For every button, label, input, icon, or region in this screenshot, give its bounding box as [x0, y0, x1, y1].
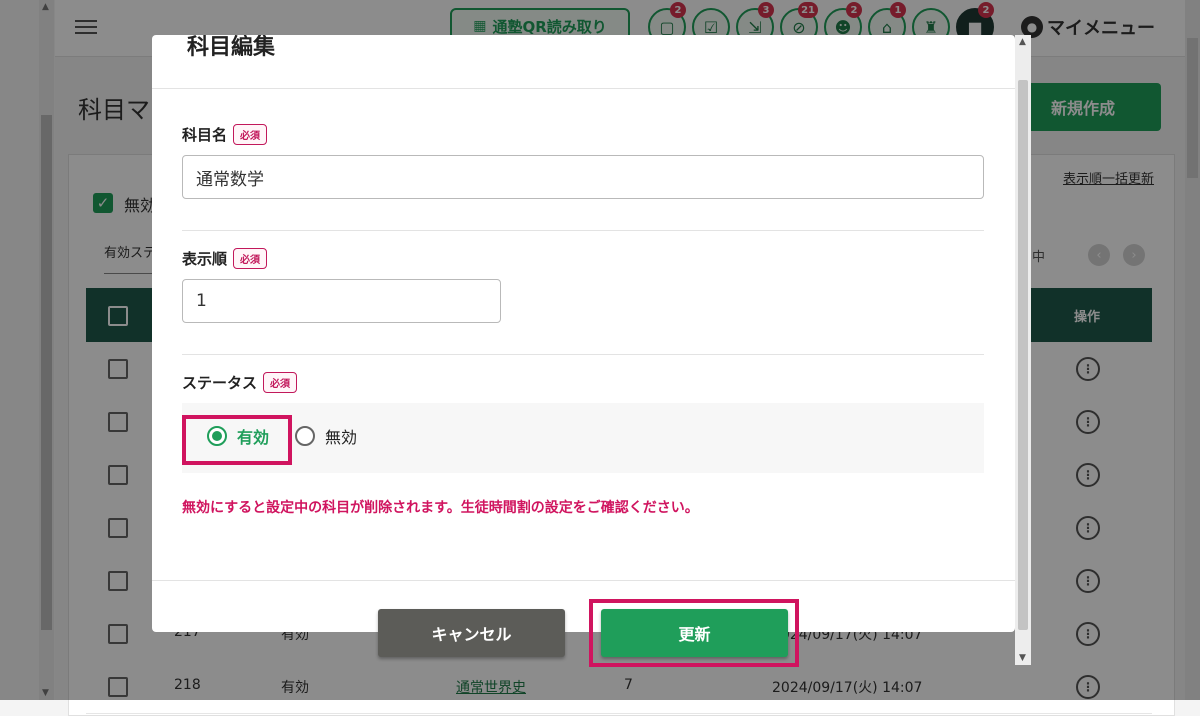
subject-name-input[interactable]: 通常数学	[182, 155, 984, 199]
title-divider	[152, 88, 1015, 89]
required-badge: 必須	[233, 124, 268, 145]
status-label-row: ステータス 必須	[182, 372, 298, 393]
update-button[interactable]: 更新	[601, 609, 788, 657]
dialog-title: 科目編集	[187, 35, 276, 60]
status-label: ステータス	[182, 374, 258, 392]
dialog-scroll-up-icon[interactable]: ▲	[1019, 37, 1026, 47]
dialog-scroll-thumb[interactable]	[1018, 80, 1028, 630]
dialog-scroll-down-icon[interactable]: ▼	[1019, 653, 1026, 663]
cancel-button[interactable]: キャンセル	[378, 609, 565, 657]
status-radio-group: 有効 無効	[182, 403, 984, 473]
radio-unselected-icon	[295, 426, 315, 446]
dialog-scrollbar[interactable]: ▲ ▼	[1015, 35, 1031, 665]
required-badge: 必須	[263, 372, 298, 393]
order-label-row: 表示順 必須	[182, 248, 268, 269]
status-option-inactive-label: 無効	[325, 428, 358, 447]
inactive-warning-text: 無効にすると設定中の科目が削除されます。生徒時間割の設定をご確認ください。	[182, 500, 699, 516]
highlight-active-option	[182, 415, 292, 465]
footer-divider	[152, 580, 1015, 581]
display-order-label: 表示順	[182, 250, 228, 268]
display-order-input[interactable]: 1	[182, 279, 501, 323]
subject-name-label-row: 科目名 必須	[182, 124, 268, 145]
status-radio-inactive[interactable]: 無効	[295, 424, 357, 448]
edit-subject-dialog: 科目編集 科目名 必須 通常数学 表示順 必須 1 ステータス 必須 有効 無効…	[152, 35, 1015, 632]
field-divider	[182, 230, 984, 231]
subject-name-label: 科目名	[182, 126, 228, 144]
field-divider	[182, 354, 984, 355]
required-badge: 必須	[233, 248, 268, 269]
